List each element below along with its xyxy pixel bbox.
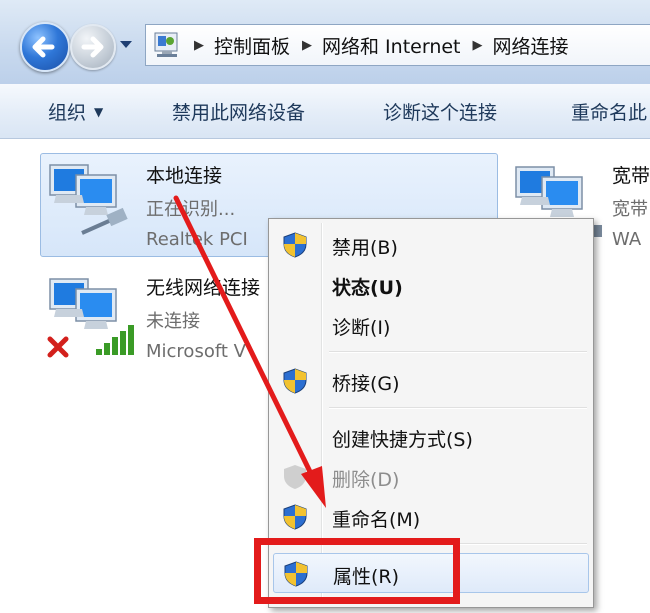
breadcrumb-separator-icon: ▶ [194,37,204,53]
menu-item-label: 重命名(M) [332,509,421,531]
forward-button[interactable] [70,24,116,70]
menu-item-label: 删除(D) [332,469,400,491]
signal-bars-icon [96,325,134,355]
breadcrumb-network-connections[interactable]: 网络连接 [493,32,569,59]
connection-name: 宽带 [612,165,650,187]
connection-device: WA [612,229,642,250]
menu-separator [329,407,587,409]
menu-item-label: 禁用(B) [332,237,398,259]
menu-item-label: 创建快捷方式(S) [332,429,473,451]
uac-shield-icon [283,232,307,258]
menu-item-disable[interactable]: 禁用(B) [273,227,589,263]
diagnose-connection-button[interactable]: 诊断这个连接 [383,98,497,125]
menu-item-label: 诊断(I) [332,317,391,339]
uac-shield-icon [284,465,306,489]
breadcrumb-control-panel[interactable]: 控制面板 [214,32,290,59]
breadcrumb[interactable]: ▶ 控制面板 ▶ 网络和 Internet ▶ 网络连接 [145,24,650,66]
menu-item-create-shortcut[interactable]: 创建快捷方式(S) [273,419,589,455]
uac-shield-icon [283,504,307,530]
connection-status: 正在识别... [146,199,236,220]
connection-status: 宽带 [612,199,648,220]
disable-device-button[interactable]: 禁用此网络设备 [172,98,305,125]
menu-item-label: 桥接(G) [332,373,400,395]
disconnected-x-icon [47,336,69,358]
menu-item-status[interactable]: 状态(U) [273,267,589,303]
menu-item-label: 状态(U) [332,277,403,299]
control-panel-icon [152,30,182,60]
caret-down-icon: ▼ [94,105,104,119]
connection-device: Realtek PCI [146,229,248,250]
wireless-network-icon [47,278,134,358]
address-bar: ▶ 控制面板 ▶ 网络和 Internet ▶ 网络连接 [0,0,650,85]
chevron-down-icon[interactable] [119,40,133,50]
menu-item-diagnose[interactable]: 诊断(I) [273,307,589,343]
annotation-highlight-box [254,538,460,604]
command-bar: 组织 ▼ 禁用此网络设备 诊断这个连接 重命名此 [0,84,650,139]
organize-label: 组织 [48,102,87,124]
wired-network-icon [49,164,128,235]
menu-separator [329,351,587,353]
connection-status: 未连接 [146,311,200,332]
menu-item-delete: 删除(D) [273,459,589,495]
connection-name: 本地连接 [146,165,223,187]
uac-shield-icon [283,368,307,394]
rename-connection-button[interactable]: 重命名此 [571,98,647,125]
arrow-left-icon [32,36,55,58]
back-button[interactable] [20,22,70,72]
breadcrumb-separator-icon: ▶ [302,37,313,53]
arrow-right-icon [81,36,104,58]
breadcrumb-network-internet[interactable]: 网络和 Internet [322,32,460,59]
organize-menu-button[interactable]: 组织 ▼ [48,98,103,125]
menu-item-bridge[interactable]: 桥接(G) [273,363,589,399]
connection-device: Microsoft V [146,341,246,362]
connection-name: 无线网络连接 [146,277,261,299]
breadcrumb-separator-icon: ▶ [472,37,483,53]
menu-item-rename[interactable]: 重命名(M) [273,499,589,535]
